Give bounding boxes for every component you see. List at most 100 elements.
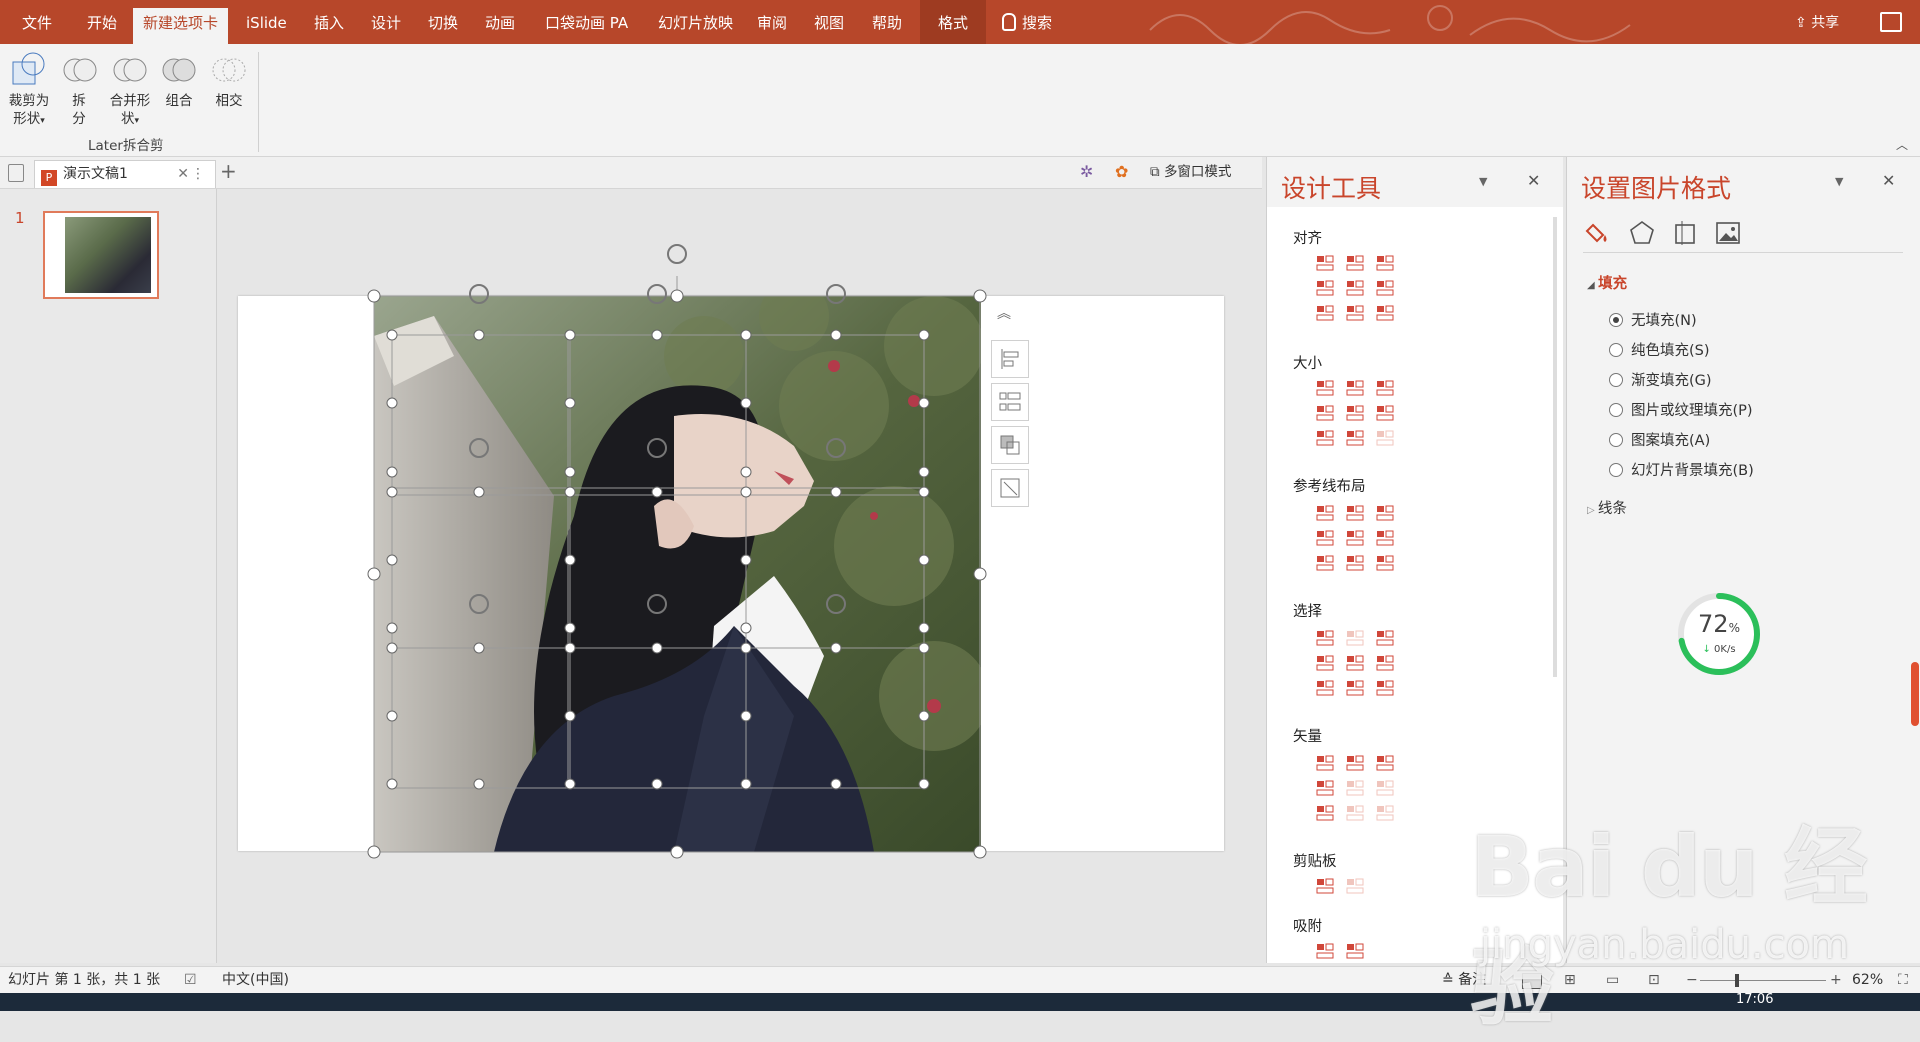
align-tool-icon[interactable] (1374, 277, 1396, 299)
language-indicator[interactable]: 中文(中国) (222, 967, 289, 994)
new-tab-icon[interactable]: + (220, 159, 237, 183)
align-tool-icon[interactable] (1314, 252, 1336, 274)
accessibility-icon[interactable]: ☑ (184, 967, 197, 994)
tab-slideshow[interactable]: 幻灯片放映 (648, 0, 743, 44)
tab-home[interactable]: 开始 (77, 0, 127, 44)
vector-tool-icon[interactable] (1374, 752, 1396, 774)
close-design-panel-icon[interactable]: ✕ (1527, 171, 1540, 190)
radio-slide-bg-fill[interactable]: 幻灯片背景填充(B) (1609, 459, 1754, 480)
size-tool-icon[interactable] (1314, 427, 1336, 449)
tab-insert[interactable]: 插入 (304, 0, 354, 44)
search-box[interactable]: 搜索 (1002, 0, 1052, 44)
effects-icon[interactable] (1627, 219, 1657, 247)
select-tool-icon[interactable] (1314, 677, 1336, 699)
tab-animations[interactable]: 动画 (475, 0, 525, 44)
split-button[interactable]: 拆 分 (60, 50, 98, 128)
align-tool-icon[interactable] (1344, 302, 1366, 324)
guide-tool-icon[interactable] (1374, 502, 1396, 524)
select-tool-icon[interactable] (1374, 652, 1396, 674)
guide-tool-icon[interactable] (1314, 552, 1336, 574)
tab-pocket-animation[interactable]: 口袋动画 PA (535, 0, 638, 44)
size-tool-icon[interactable] (1374, 377, 1396, 399)
select-tool-icon[interactable] (1374, 677, 1396, 699)
size-tool-icon[interactable] (1344, 377, 1366, 399)
tab-help[interactable]: 帮助 (862, 0, 912, 44)
snap-tool-icon[interactable] (1314, 940, 1336, 962)
size-tool-icon[interactable] (1314, 402, 1336, 424)
select-tool-icon[interactable] (1344, 652, 1366, 674)
select-tool-icon[interactable] (1314, 652, 1336, 674)
select-tool-icon[interactable] (1344, 627, 1366, 649)
align-tool-icon[interactable] (1374, 252, 1396, 274)
multi-window-button[interactable]: ⧉ 多窗口模式 (1150, 157, 1231, 188)
tab-view[interactable]: 视图 (804, 0, 854, 44)
doc-tab[interactable]: P 演示文稿1 ✕ ⋮ (34, 160, 216, 188)
size-tool-icon[interactable] (1314, 377, 1336, 399)
plugin-icon[interactable]: ✲ (1080, 162, 1100, 182)
size-tool-icon[interactable] (1344, 427, 1366, 449)
close-tab-icon[interactable]: ✕ (177, 161, 189, 187)
guide-tool-icon[interactable] (1314, 502, 1336, 524)
select-tool-icon[interactable] (1374, 627, 1396, 649)
side-scroll-indicator[interactable] (1911, 662, 1919, 726)
tab-transitions[interactable]: 切换 (418, 0, 468, 44)
snap-tool-icon[interactable] (1344, 940, 1366, 962)
radio-no-fill[interactable]: 无填充(N) (1609, 309, 1697, 330)
network-speed-widget[interactable]: 72% ↓ 0K/s (1677, 592, 1761, 676)
clipboard-tool-icon[interactable] (1344, 875, 1366, 897)
line-section-header[interactable]: ▷ 线条 (1587, 497, 1627, 518)
fill-line-icon[interactable] (1585, 219, 1615, 247)
tab-review[interactable]: 审阅 (747, 0, 797, 44)
radio-solid-fill[interactable]: 纯色填充(S) (1609, 339, 1710, 360)
clipboard-tool-icon[interactable] (1314, 875, 1336, 897)
crop-to-shape-button[interactable]: 裁剪为 形状▾ (4, 50, 54, 130)
tab-design[interactable]: 设计 (361, 0, 411, 44)
design-panel-scrollbar[interactable] (1553, 217, 1557, 677)
size-tool-icon[interactable] (1344, 402, 1366, 424)
close-format-panel-icon[interactable]: ✕ (1882, 171, 1895, 190)
align-tool-icon[interactable] (1374, 302, 1396, 324)
tab-format[interactable]: 格式 (920, 0, 987, 44)
vector-tool-icon[interactable] (1374, 802, 1396, 824)
select-tool-icon[interactable] (1344, 677, 1366, 699)
align-left-tool-icon[interactable] (991, 340, 1029, 378)
radio-picture-texture-fill[interactable]: 图片或纹理填充(P) (1609, 399, 1753, 420)
align-tool-icon[interactable] (1344, 277, 1366, 299)
intersect-button[interactable]: 相交 (208, 50, 250, 110)
doc-list-icon[interactable] (8, 164, 24, 182)
guide-tool-icon[interactable] (1374, 527, 1396, 549)
radio-gradient-fill[interactable]: 渐变填充(G) (1609, 369, 1712, 390)
settings-gear-icon[interactable]: ✿ (1115, 162, 1135, 182)
guide-tool-icon[interactable] (1344, 552, 1366, 574)
more-icon[interactable]: ⋮ (191, 161, 205, 187)
size-properties-icon[interactable] (1670, 219, 1700, 247)
align-tool-icon[interactable] (1314, 277, 1336, 299)
tab-islide[interactable]: iSlide (236, 0, 297, 44)
vector-tool-icon[interactable] (1314, 752, 1336, 774)
slide-thumbnail[interactable] (43, 211, 159, 299)
guide-tool-icon[interactable] (1344, 502, 1366, 524)
vector-tool-icon[interactable] (1314, 777, 1336, 799)
align-tool-icon[interactable] (1344, 252, 1366, 274)
merge-shapes-button[interactable]: 合并形 状▾ (104, 50, 156, 130)
picture-icon[interactable] (1713, 219, 1743, 247)
vector-tool-icon[interactable] (1344, 802, 1366, 824)
align-tool-icon[interactable] (1314, 302, 1336, 324)
vector-tool-icon[interactable] (1344, 752, 1366, 774)
comments-icon[interactable] (1880, 12, 1902, 32)
arrange-icon[interactable] (991, 426, 1029, 464)
guide-tool-icon[interactable] (1344, 527, 1366, 549)
size-tool-icon[interactable] (1374, 427, 1396, 449)
layout-options-icon[interactable] (991, 383, 1029, 421)
select-tool-icon[interactable] (1314, 627, 1336, 649)
collapse-toolbar-icon[interactable]: ︽ (997, 303, 1011, 323)
combine-button[interactable]: 组合 (158, 50, 200, 110)
tab-file[interactable]: 文件 (12, 0, 62, 44)
crop-tool-icon[interactable] (991, 469, 1029, 507)
vector-tool-icon[interactable] (1374, 777, 1396, 799)
size-tool-icon[interactable] (1374, 402, 1396, 424)
format-panel-menu-icon[interactable]: ▼ (1835, 175, 1843, 188)
share-button[interactable]: ⇪ 共享 (1795, 0, 1839, 44)
panel-menu-icon[interactable]: ▼ (1479, 175, 1487, 188)
radio-pattern-fill[interactable]: 图案填充(A) (1609, 429, 1710, 450)
